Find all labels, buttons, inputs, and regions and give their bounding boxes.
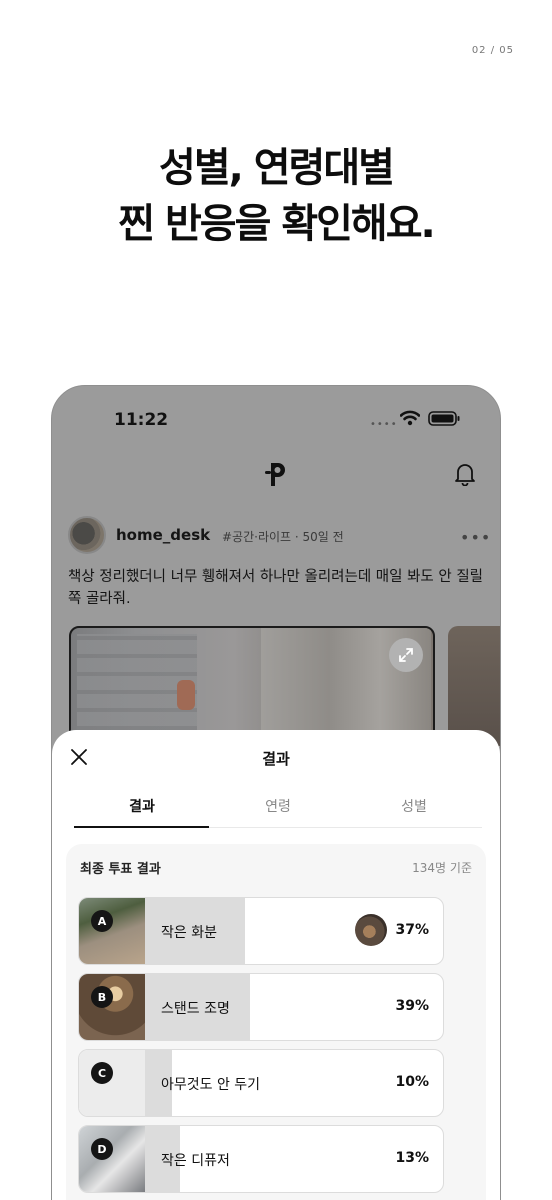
option-percent: 13%	[395, 1150, 429, 1166]
post-header: home_desk #공간·라이프 · 50일 전 •••	[68, 516, 491, 556]
sheet-title: 결과	[262, 750, 290, 768]
poll-option-c[interactable]: C 아무것도 안 두기 10%	[78, 1049, 444, 1117]
option-thumbnail	[79, 898, 145, 964]
option-label: 아무것도 안 두기	[161, 1077, 261, 1093]
avatar[interactable]	[68, 516, 106, 554]
expand-button[interactable]	[389, 638, 423, 672]
results-count: 134명 기준	[412, 861, 472, 875]
option-letter-badge: A	[91, 910, 113, 932]
poll-option-d[interactable]: D 작은 디퓨저 13%	[78, 1125, 444, 1193]
tab-results[interactable]: 결과	[74, 796, 210, 816]
headline-line-2: 찐 반응을 확인해요.	[118, 201, 435, 247]
option-percent: 10%	[395, 1074, 429, 1090]
option-thumbnail	[79, 1050, 145, 1116]
results-title: 최종 투표 결과	[80, 862, 161, 877]
option-percent: 39%	[395, 998, 429, 1014]
tab-active-indicator	[74, 826, 209, 828]
tab-bar: 결과 연령 성별	[74, 790, 482, 830]
option-label: 작은 화분	[161, 925, 217, 941]
more-icon[interactable]: •••	[460, 528, 491, 547]
poll-option-b[interactable]: B 스탠드 조명 39%	[78, 973, 444, 1041]
wifi-icon	[400, 410, 420, 426]
photo-plant	[177, 680, 195, 710]
tab-gender[interactable]: 성별	[346, 796, 482, 816]
post-text: 책상 정리했더니 너무 휑해져서 하나만 올리려는데 매일 봐도 안 질릴 쪽 …	[68, 569, 483, 607]
option-thumbnail	[79, 974, 145, 1040]
headline-line-1: 성별, 연령대별	[159, 145, 395, 191]
next-photo-preview[interactable]	[448, 626, 500, 746]
page-indicator: 02 / 05	[471, 45, 514, 56]
signal-dots-icon: ••••	[370, 419, 398, 430]
status-time: 11:22	[114, 410, 169, 430]
option-thumbnail	[79, 1126, 145, 1192]
my-vote-avatar	[355, 914, 387, 946]
poll-option-a[interactable]: A 작은 화분 37%	[78, 897, 444, 965]
option-label: 스탠드 조명	[161, 1001, 230, 1017]
bell-icon[interactable]	[454, 462, 476, 486]
option-letter-badge: D	[91, 1138, 113, 1160]
headline: 성별, 연령대별 찐 반응을 확인해요.	[0, 140, 552, 252]
expand-icon	[399, 648, 413, 662]
results-sheet: 결과 결과 연령 성별 최종 투표 결과 134명 기준 A 작은 화분 37%…	[52, 730, 500, 1200]
option-percent: 37%	[395, 922, 429, 938]
tab-age[interactable]: 연령	[210, 796, 346, 816]
option-label: 작은 디퓨저	[161, 1153, 230, 1169]
username[interactable]: home_desk	[116, 526, 210, 544]
post-tags-meta: #공간·라이프 · 50일 전	[222, 530, 344, 544]
app-logo-icon[interactable]	[261, 459, 291, 489]
option-letter-badge: B	[91, 986, 113, 1008]
battery-icon	[428, 411, 460, 426]
option-letter-badge: C	[91, 1062, 113, 1084]
post-photo[interactable]	[69, 626, 435, 746]
